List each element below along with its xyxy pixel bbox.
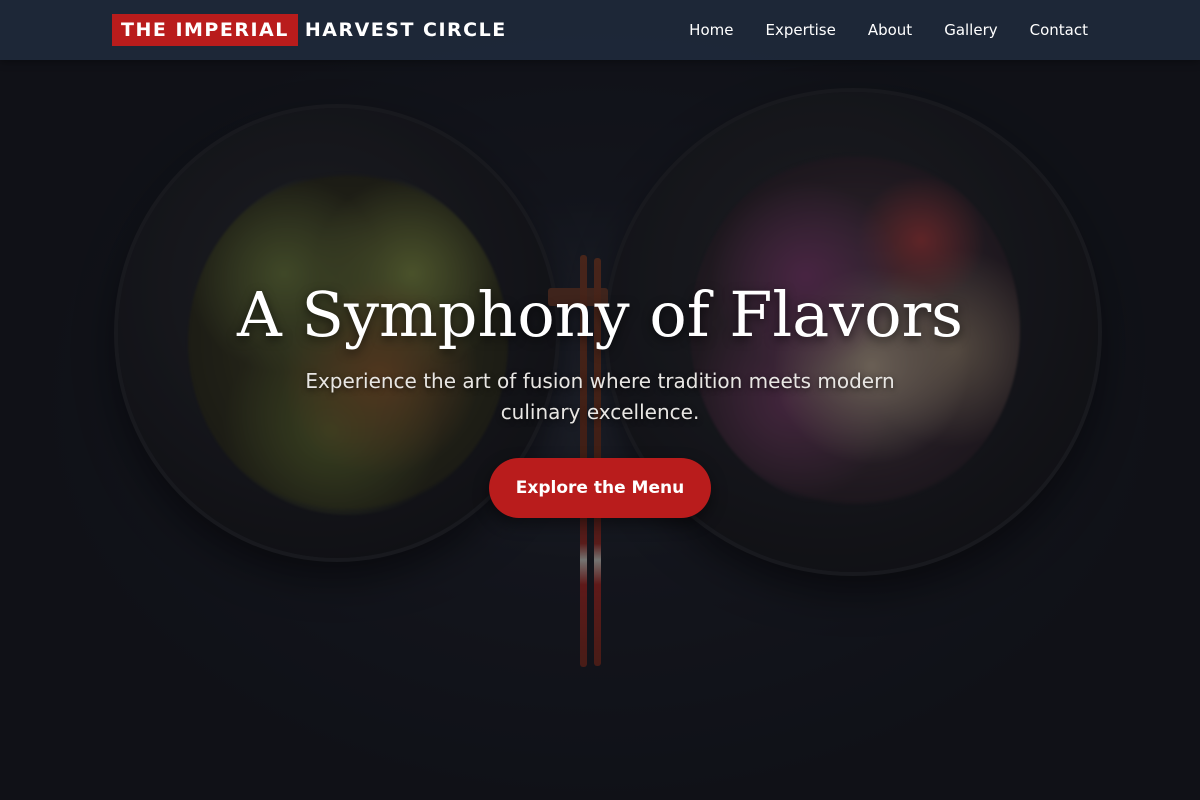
- hero-title: A Symphony of Flavors: [237, 278, 963, 351]
- navbar: THE IMPERIAL HARVEST CIRCLE Home Experti…: [0, 0, 1200, 60]
- hero-subtitle: Experience the art of fusion where tradi…: [305, 369, 895, 424]
- brand-logo[interactable]: THE IMPERIAL HARVEST CIRCLE: [112, 14, 507, 46]
- nav-item-home: Home: [689, 21, 733, 40]
- brand-highlight-text: THE IMPERIAL: [112, 14, 298, 46]
- page: THE IMPERIAL HARVEST CIRCLE Home Experti…: [0, 0, 1200, 800]
- nav-link-home[interactable]: Home: [689, 21, 733, 39]
- explore-menu-button[interactable]: Explore the Menu: [489, 458, 711, 518]
- nav-item-contact: Contact: [1030, 21, 1088, 40]
- nav-item-about: About: [868, 21, 912, 40]
- nav-item-gallery: Gallery: [944, 21, 997, 40]
- nav-menu: Home Expertise About Gallery Contact: [657, 0, 1088, 60]
- nav-link-gallery[interactable]: Gallery: [944, 21, 997, 39]
- nav-item-expertise: Expertise: [765, 21, 835, 40]
- nav-link-about[interactable]: About: [868, 21, 912, 39]
- hero-section: A Symphony of Flavors Experience the art…: [0, 270, 1200, 518]
- nav-link-expertise[interactable]: Expertise: [765, 21, 835, 39]
- brand-rest-text: HARVEST CIRCLE: [304, 19, 507, 41]
- nav-link-contact[interactable]: Contact: [1030, 21, 1088, 39]
